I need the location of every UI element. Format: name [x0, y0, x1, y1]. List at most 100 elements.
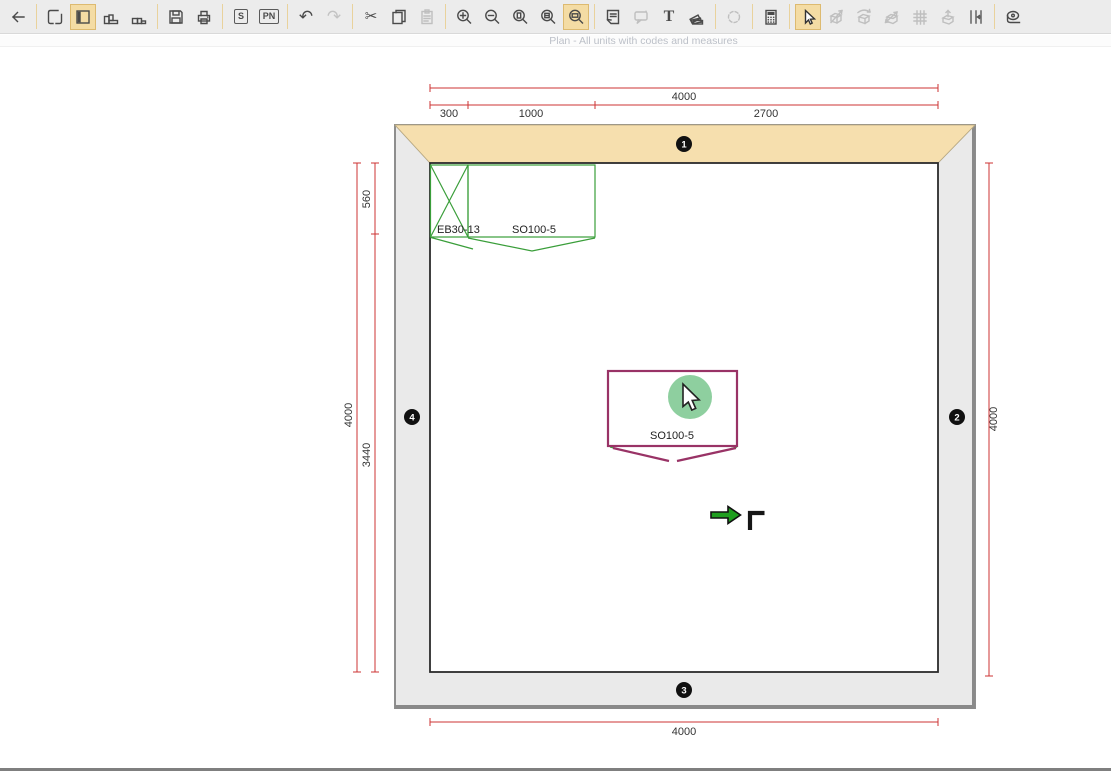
toolbar-separator: [157, 4, 158, 29]
comment-button[interactable]: [628, 4, 654, 30]
select-pointer-icon: [798, 7, 818, 27]
materials-icon: [687, 7, 707, 27]
toolbar-separator: [789, 4, 790, 29]
dim-top-seg2-label: 1000: [519, 108, 543, 120]
view-title-bar: Plan - All units with codes and measures: [0, 35, 1111, 47]
move-unit-icon: [826, 7, 846, 27]
zoom-out-button[interactable]: [479, 4, 505, 30]
back-button[interactable]: [5, 4, 31, 30]
toolbar-separator: [287, 4, 288, 29]
elevation-view-button[interactable]: [98, 4, 124, 30]
toolbar-separator: [36, 4, 37, 29]
s-view-icon: S: [234, 9, 248, 24]
plan-canvas[interactable]: 4000 300 1000 2700 4000 560 3440 4000 40…: [0, 47, 1111, 769]
section-view-icon: [129, 7, 149, 27]
wall-marker-2: 2: [949, 409, 965, 425]
comment-icon: [631, 7, 651, 27]
zoom-page-button[interactable]: [535, 4, 561, 30]
print-button[interactable]: [191, 4, 217, 30]
distribute-walls-icon: [966, 7, 986, 27]
elevation-view-icon: [101, 7, 121, 27]
toolbar-separator: [994, 4, 995, 29]
back-icon: [8, 7, 28, 27]
zoom-extents-button[interactable]: [563, 4, 589, 30]
move-unit-button[interactable]: [823, 4, 849, 30]
grid-icon: [910, 7, 930, 27]
window-bottom-edge: [0, 768, 1111, 771]
wall-marker-1: 1: [676, 136, 692, 152]
note-button[interactable]: [600, 4, 626, 30]
zoom-out-icon: [482, 7, 502, 27]
save-icon: [166, 7, 186, 27]
distribute-walls-button[interactable]: [963, 4, 989, 30]
copy-button[interactable]: [386, 4, 412, 30]
dimension-left-segments: [371, 163, 379, 672]
pn-view-button[interactable]: PN: [256, 4, 282, 30]
calculator-button[interactable]: [758, 4, 784, 30]
toolbar-separator: [352, 4, 353, 29]
text-tool-icon: T: [664, 9, 675, 25]
room-shape-icon: [45, 7, 65, 27]
paste-button[interactable]: [414, 4, 440, 30]
dim-top-total-label: 4000: [672, 91, 696, 103]
undo-icon: ↶: [299, 8, 313, 25]
rotate-view-button[interactable]: [721, 4, 747, 30]
toolbar-separator: [594, 4, 595, 29]
toolbar-separator: [445, 4, 446, 29]
cut-button[interactable]: ✂: [358, 4, 384, 30]
redo-icon: ↷: [327, 8, 341, 25]
unit-so100-5-selected-label: SO100-5: [650, 430, 694, 442]
view-title: Plan - All units with codes and measures: [549, 35, 738, 47]
zoom-actual-icon: [510, 7, 530, 27]
zoom-extents-icon: [566, 7, 586, 27]
dim-top-seg1-label: 300: [440, 108, 458, 120]
drag-unit-icon: [882, 7, 902, 27]
cursor-overlay: [668, 375, 712, 419]
zoom-page-icon: [538, 7, 558, 27]
copy-icon: [389, 7, 409, 27]
unit-so100-5-wall-label: SO100-5: [512, 224, 556, 236]
grid-button[interactable]: [907, 4, 933, 30]
toolbar-separator: [752, 4, 753, 29]
lift-unit-icon: [938, 7, 958, 27]
room-shape-button[interactable]: [42, 4, 68, 30]
wall-marker-3: 3: [676, 682, 692, 698]
zoom-actual-button[interactable]: [507, 4, 533, 30]
dim-top-seg3-label: 2700: [754, 108, 778, 120]
svg-text:1: 1: [681, 140, 687, 151]
select-pointer-button[interactable]: [795, 4, 821, 30]
materials-button[interactable]: [684, 4, 710, 30]
print-icon: [194, 7, 214, 27]
svg-text:4: 4: [409, 413, 415, 424]
cut-icon: ✂: [365, 9, 378, 24]
redo-button[interactable]: ↷: [321, 4, 347, 30]
svg-text:3: 3: [681, 686, 686, 697]
dimension-bottom-total: [430, 718, 938, 726]
dim-left-total-label: 4000: [343, 403, 355, 427]
lift-unit-button[interactable]: [935, 4, 961, 30]
tape-measure-button[interactable]: [1000, 4, 1026, 30]
main-toolbar: S PN ↶ ↷ ✂: [0, 0, 1111, 34]
unit-eb30-13-label: EB30-13: [437, 224, 480, 236]
rotate-unit-icon: [854, 7, 874, 27]
text-tool-button[interactable]: T: [656, 4, 682, 30]
section-view-button[interactable]: [126, 4, 152, 30]
dim-left-seg2-label: 3440: [361, 443, 373, 467]
zoom-in-icon: [454, 7, 474, 27]
rotate-view-icon: [724, 7, 744, 27]
s-view-button[interactable]: S: [228, 4, 254, 30]
plan-view-button[interactable]: [70, 4, 96, 30]
rotate-unit-button[interactable]: [851, 4, 877, 30]
zoom-in-button[interactable]: [451, 4, 477, 30]
svg-text:2: 2: [954, 413, 959, 424]
note-icon: [603, 7, 623, 27]
paste-icon: [417, 7, 437, 27]
dim-bottom-total-label: 4000: [672, 726, 696, 738]
drag-unit-button[interactable]: [879, 4, 905, 30]
toolbar-separator: [222, 4, 223, 29]
pn-view-icon: PN: [259, 9, 280, 24]
tape-measure-icon: [1003, 7, 1023, 27]
dim-left-seg1-label: 560: [361, 190, 373, 208]
save-button[interactable]: [163, 4, 189, 30]
undo-button[interactable]: ↶: [293, 4, 319, 30]
